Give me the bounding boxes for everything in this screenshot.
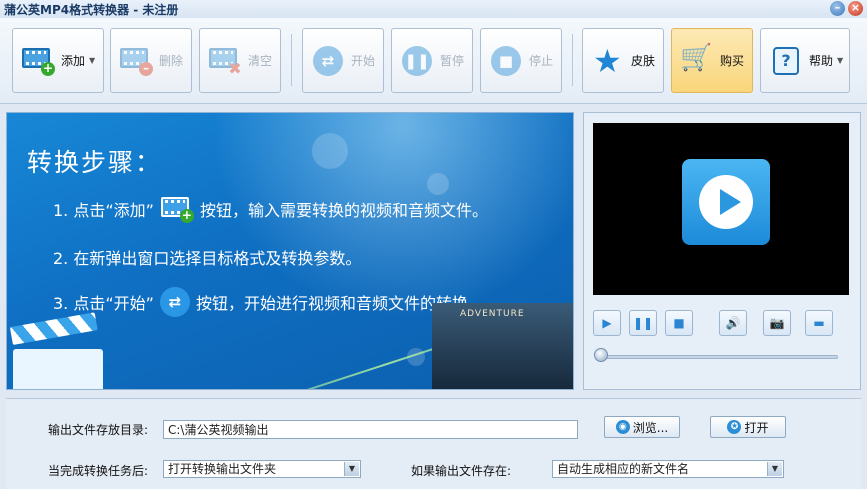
shuffle-icon: ⇄	[159, 287, 190, 317]
browse-button[interactable]: ◉ 浏览...	[604, 416, 680, 438]
clear-button[interactable]: ✖ 清空	[199, 28, 281, 93]
clear-button-label: 清空	[248, 54, 273, 68]
start-button-label: 开始	[351, 54, 376, 68]
start-button[interactable]: ⇄ 开始	[302, 28, 384, 93]
if-exists-select[interactable]: 自动生成相应的新文件名 ▼	[552, 460, 784, 478]
clapperboard-icon	[9, 312, 109, 389]
delete-button[interactable]: – 删除	[110, 28, 192, 93]
skin-button-label: 皮肤	[631, 54, 656, 68]
poster-title: ADVENTURE	[460, 309, 525, 319]
chevron-down-icon[interactable]: ▼	[837, 56, 843, 65]
steps-title: 转换步骤：	[27, 148, 163, 177]
step-2-text: 2. 在新弹出窗口选择目标格式及转换参数。	[53, 249, 362, 268]
help-icon: ?	[769, 46, 803, 76]
close-icon[interactable]: ×	[848, 1, 863, 16]
film-clear-icon: ✖	[208, 46, 242, 76]
stop-icon: ■	[489, 45, 523, 76]
window-title: 蒲公英MP4格式转换器 - 未注册	[4, 3, 179, 17]
decor-bubble	[427, 173, 449, 195]
camera-icon: 📷	[769, 316, 785, 330]
decor-bubble	[312, 133, 348, 169]
movie-poster-image: ADVENTURE	[432, 303, 573, 389]
film-reel-icon: ✪	[727, 420, 742, 434]
toolbar-separator	[572, 34, 573, 86]
shuffle-icon: ⇄	[311, 45, 345, 76]
minimize-icon[interactable]: –	[830, 1, 845, 16]
film-delete-icon: –	[119, 46, 153, 76]
toolbar: + 添加 ▼ – 删除 ✖ 清空 ⇄ 开始 ❚❚ 暂停 ■ 停止 ★ 皮肤 🛒 …	[0, 18, 867, 104]
cart-icon: 🛒	[680, 42, 713, 73]
step-1: 1. 点击“添加” + 按钮，输入需要转换的视频和音频文件。	[53, 195, 488, 223]
play-button[interactable]: ▶	[593, 310, 621, 336]
step-3: 3. 点击“开始” ⇄ 按钮，开始进行视频和音频文件的转换。	[53, 287, 484, 317]
pause-button[interactable]: ❚❚	[629, 310, 657, 336]
play-icon: ▶	[602, 316, 612, 330]
if-exists-label: 如果输出文件存在:	[411, 464, 512, 478]
seek-bar[interactable]	[598, 355, 838, 359]
help-button[interactable]: ? 帮助 ▼	[760, 28, 850, 93]
speaker-icon: 🔊	[725, 316, 741, 330]
play-icon[interactable]	[682, 159, 770, 245]
delete-button-label: 删除	[159, 54, 184, 68]
skin-button[interactable]: ★ 皮肤	[582, 28, 664, 93]
stop-button-label: 停止	[529, 54, 554, 68]
chevron-down-icon[interactable]: ▼	[344, 462, 359, 476]
instructions-banner: 转换步骤： 1. 点击“添加” + 按钮，输入需要转换的视频和音频文件。 2. …	[6, 112, 574, 390]
buy-button[interactable]: 🛒 购买	[671, 28, 753, 93]
pause-icon: ❚❚	[632, 316, 654, 330]
title-bar: 蒲公英MP4格式转换器 - 未注册 – ×	[0, 0, 867, 18]
help-button-label: 帮助	[809, 54, 834, 68]
pause-button-label: 暂停	[440, 54, 465, 68]
step-2: 2. 在新弹出窗口选择目标格式及转换参数。	[53, 245, 361, 269]
pause-icon: ❚❚	[400, 45, 434, 76]
seek-handle[interactable]	[594, 348, 608, 362]
if-exists-value: 自动生成相应的新文件名	[557, 462, 690, 476]
open-button-label: 打开	[744, 420, 769, 435]
video-preview[interactable]	[593, 123, 849, 295]
film-add-icon: +	[160, 195, 194, 223]
volume-button[interactable]: 🔊	[719, 310, 747, 336]
settings-panel: 输出文件存放目录: ◉ 浏览... ✪ 打开 当完成转换任务后: 打开转换输出文…	[6, 398, 861, 489]
step-1-text-a: 1. 点击“添加”	[53, 201, 154, 220]
pause-button[interactable]: ❚❚ 暂停	[391, 28, 473, 93]
stop-icon: ■	[673, 316, 685, 330]
snapshot-button[interactable]: 📷	[763, 310, 791, 336]
toolbar-separator	[291, 34, 292, 86]
folder-button[interactable]: ▬	[805, 310, 833, 336]
buy-button-label: 购买	[720, 54, 745, 68]
browse-button-label: 浏览...	[632, 420, 669, 435]
add-button[interactable]: + 添加 ▼	[12, 28, 104, 93]
add-button-label: 添加	[61, 54, 86, 68]
after-done-label: 当完成转换任务后:	[48, 464, 149, 478]
star-icon: ★	[593, 41, 622, 80]
stop-button[interactable]: ■ 停止	[480, 28, 562, 93]
preview-panel: ▶ ❚❚ ■ 🔊 📷 ▬	[583, 112, 861, 390]
film-add-icon: +	[21, 46, 55, 76]
after-done-select[interactable]: 打开转换输出文件夹 ▼	[163, 460, 361, 478]
step-3-text-a: 3. 点击“开始”	[53, 294, 154, 313]
folder-icon: ▬	[813, 316, 825, 330]
chevron-down-icon[interactable]: ▼	[89, 56, 95, 65]
output-dir-input[interactable]	[163, 420, 578, 439]
open-button[interactable]: ✪ 打开	[710, 416, 786, 438]
step-1-text-b: 按钮，输入需要转换的视频和音频文件。	[199, 201, 488, 220]
browse-icon: ◉	[615, 420, 630, 434]
stop-button[interactable]: ■	[665, 310, 693, 336]
chevron-down-icon[interactable]: ▼	[767, 462, 782, 476]
output-dir-label: 输出文件存放目录:	[48, 423, 149, 437]
after-done-value: 打开转换输出文件夹	[168, 462, 277, 476]
